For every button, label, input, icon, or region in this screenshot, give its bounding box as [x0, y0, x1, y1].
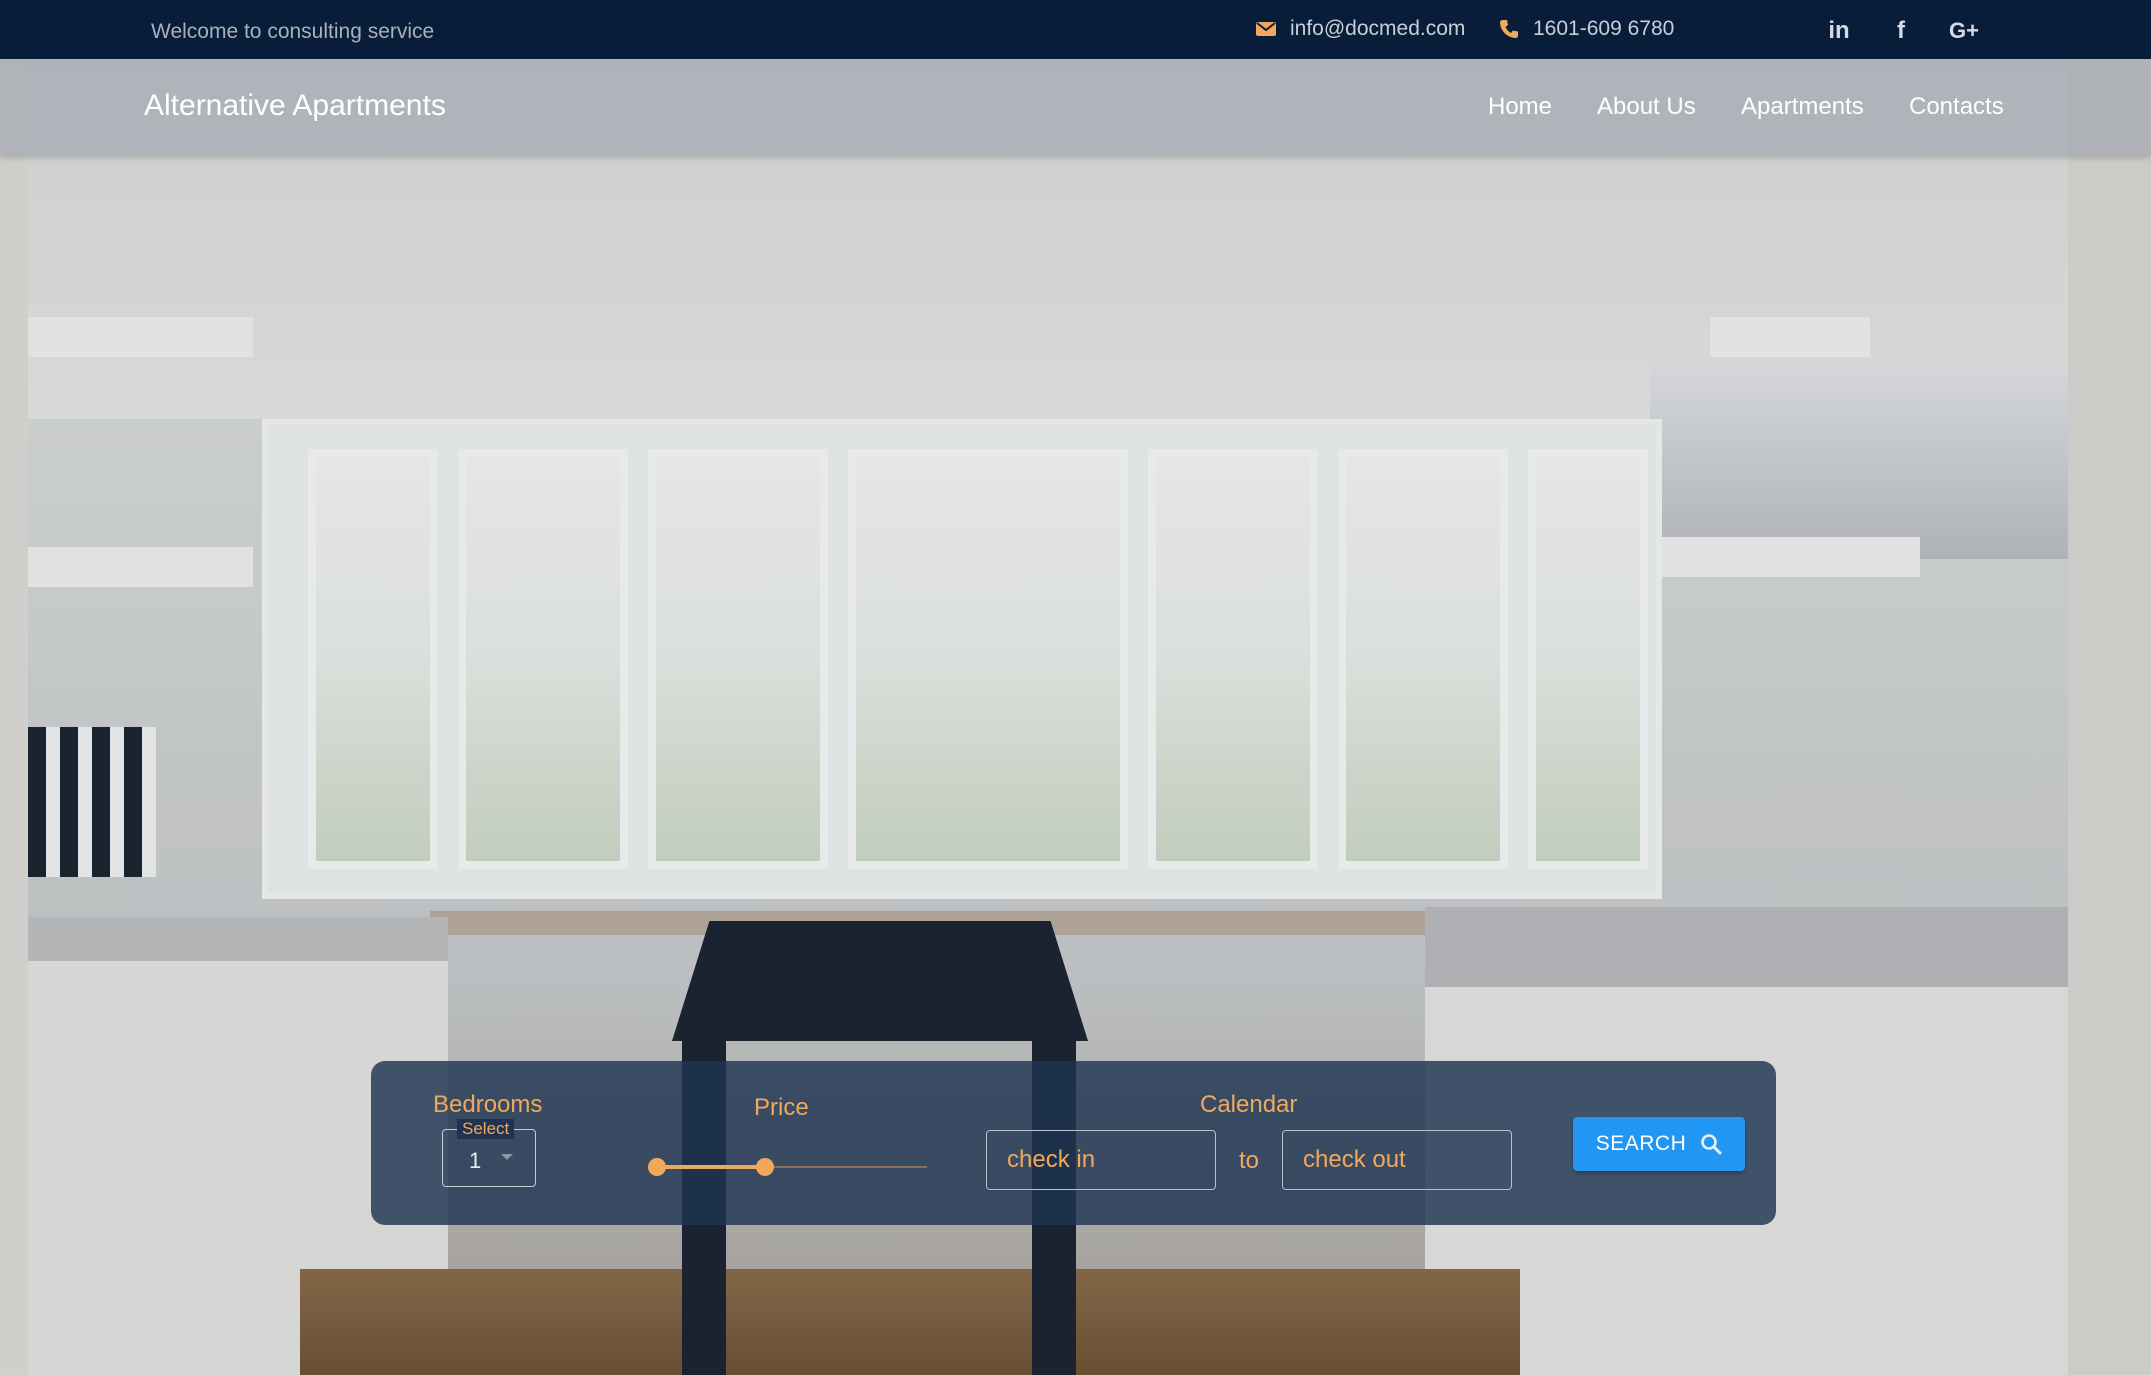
price-slider-range — [657, 1165, 765, 1169]
envelope-icon — [1256, 22, 1276, 36]
price-slider-min-handle[interactable] — [648, 1158, 666, 1176]
phone-icon — [1500, 20, 1518, 38]
search-button[interactable]: SEARCH — [1573, 1117, 1745, 1171]
calendar-label: Calendar — [1200, 1091, 1298, 1118]
top-bar: Welcome to consulting service info@docme… — [0, 0, 2151, 59]
nav-about-us[interactable]: About Us — [1597, 93, 1696, 121]
facebook-icon[interactable]: f — [1884, 14, 1918, 48]
chevron-down-icon — [501, 1154, 513, 1160]
email-text[interactable]: info@docmed.com — [1290, 17, 1465, 41]
main-navbar: Alternative Apartments Home About Us Apa… — [0, 59, 2151, 155]
bedrooms-label: Bedrooms — [433, 1091, 543, 1118]
linkedin-icon[interactable]: in — [1822, 14, 1856, 48]
brand-logo-text[interactable]: Alternative Apartments — [144, 89, 446, 123]
price-slider-max-handle[interactable] — [756, 1158, 774, 1176]
search-panel: Bedrooms Select 1 Price Calendar to SEAR… — [371, 1061, 1776, 1225]
nav-contacts[interactable]: Contacts — [1909, 93, 2004, 121]
email-contact[interactable]: info@docmed.com — [1256, 17, 1465, 41]
date-range-separator: to — [1239, 1147, 1260, 1174]
nav-home[interactable]: Home — [1488, 93, 1552, 121]
search-button-label: SEARCH — [1595, 1132, 1687, 1155]
bedrooms-select[interactable]: Select 1 — [442, 1119, 536, 1187]
check-out-input[interactable] — [1282, 1130, 1512, 1190]
bedrooms-select-legend: Select — [457, 1119, 515, 1139]
nav-apartments[interactable]: Apartments — [1741, 93, 1864, 121]
google-plus-icon[interactable]: G+ — [1947, 14, 1981, 48]
phone-text[interactable]: 1601-609 6780 — [1533, 17, 1674, 41]
bedrooms-select-value: 1 — [469, 1148, 482, 1173]
check-in-input[interactable] — [986, 1130, 1216, 1190]
search-icon — [1701, 1134, 1722, 1155]
price-label: Price — [754, 1094, 809, 1121]
welcome-text: Welcome to consulting service — [151, 20, 435, 43]
phone-contact[interactable]: 1601-609 6780 — [1499, 17, 1674, 41]
